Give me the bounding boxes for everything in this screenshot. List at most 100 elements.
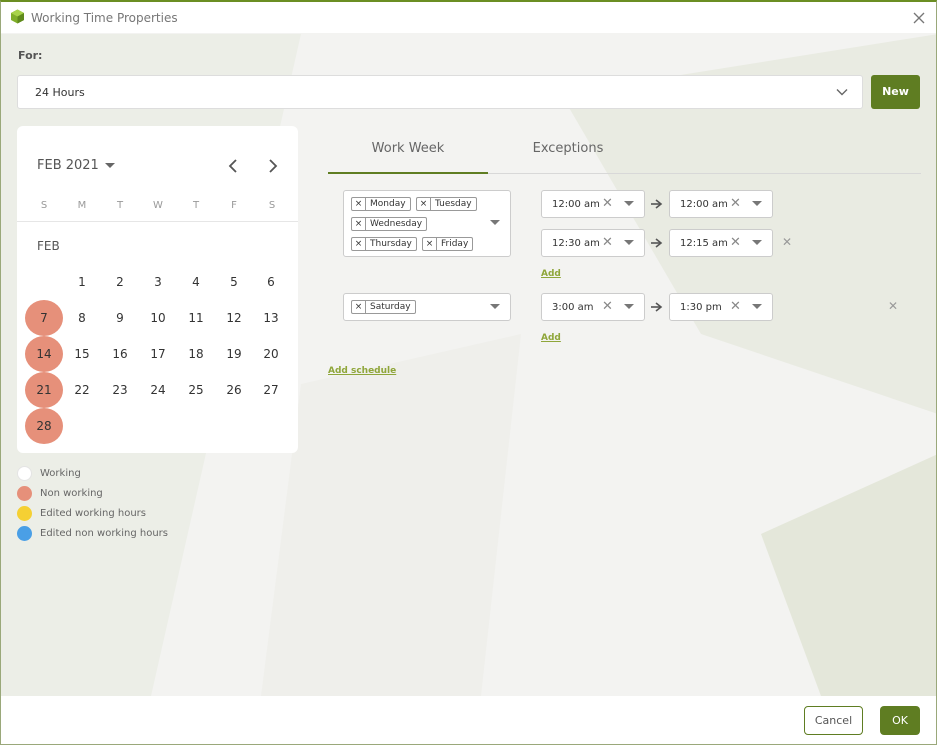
close-icon[interactable] bbox=[908, 7, 930, 29]
calendar-day[interactable]: 3 bbox=[139, 264, 177, 300]
tab-work-week[interactable]: Work Week bbox=[328, 132, 488, 174]
day-chip: × Tuesday bbox=[416, 197, 477, 211]
arrow-right-icon bbox=[651, 199, 663, 209]
remove-chip-icon[interactable]: × bbox=[352, 301, 366, 313]
clear-icon[interactable]: ✕ bbox=[602, 299, 613, 314]
calendar-day-non-working[interactable]: 21 bbox=[25, 372, 63, 408]
calendar-day[interactable]: 16 bbox=[101, 336, 139, 372]
remove-chip-icon[interactable]: × bbox=[352, 238, 366, 250]
clear-icon[interactable]: ✕ bbox=[730, 235, 741, 250]
calendar-day[interactable]: 26 bbox=[215, 372, 253, 408]
calendar-day[interactable]: 4 bbox=[177, 264, 215, 300]
clear-icon[interactable]: ✕ bbox=[602, 196, 613, 211]
clear-icon[interactable]: ✕ bbox=[602, 235, 613, 250]
add-range-link[interactable]: Add bbox=[541, 269, 561, 279]
calendar-day[interactable]: 24 bbox=[139, 372, 177, 408]
calendar-select[interactable]: 24 Hours bbox=[17, 75, 863, 109]
calendar-day-non-working[interactable]: 28 bbox=[25, 408, 63, 444]
calendar-day[interactable]: 25 bbox=[177, 372, 215, 408]
day-chip: × Friday bbox=[422, 237, 474, 251]
app-cube-icon bbox=[11, 9, 24, 24]
ok-button[interactable]: OK bbox=[880, 706, 920, 735]
chevron-down-icon bbox=[836, 89, 848, 96]
remove-chip-icon[interactable]: × bbox=[417, 198, 431, 210]
add-schedule-link[interactable]: Add schedule bbox=[328, 366, 396, 376]
clear-icon[interactable]: ✕ bbox=[730, 299, 741, 314]
month-year-label: FEB 2021 bbox=[37, 158, 99, 173]
time-value: 12:30 am bbox=[552, 238, 600, 249]
remove-chip-icon[interactable]: × bbox=[352, 218, 366, 230]
calendar-day[interactable]: 12 bbox=[215, 300, 253, 336]
time-to-select[interactable]: 12:00 am ✕ bbox=[669, 190, 773, 218]
calendar-day[interactable]: 19 bbox=[215, 336, 253, 372]
remove-chip-icon[interactable]: × bbox=[352, 198, 366, 210]
time-to-select[interactable]: 12:15 am ✕ bbox=[669, 229, 773, 257]
arrow-right-icon bbox=[651, 302, 663, 312]
day-chip: × Thursday bbox=[351, 237, 417, 251]
month-calendar: FEB 2021 S M T W T F S FEB 1 2 3 4 5 6 7 8 9 10 11… bbox=[17, 126, 298, 453]
calendar-day[interactable]: 10 bbox=[139, 300, 177, 336]
calendar-day[interactable]: 6 bbox=[252, 264, 290, 300]
legend-label: Non working bbox=[40, 488, 103, 499]
time-from-select[interactable]: 12:00 am ✕ bbox=[541, 190, 645, 218]
time-to-select[interactable]: 1:30 pm ✕ bbox=[669, 293, 773, 321]
weekday-header: S bbox=[40, 200, 48, 211]
calendar-day[interactable]: 22 bbox=[63, 372, 101, 408]
month-label: FEB bbox=[37, 239, 60, 253]
calendar-day[interactable]: 9 bbox=[101, 300, 139, 336]
calendar-day[interactable]: 8 bbox=[63, 300, 101, 336]
calendar-day[interactable]: 27 bbox=[252, 372, 290, 408]
calendar-day[interactable]: 13 bbox=[252, 300, 290, 336]
caret-down-icon bbox=[752, 304, 762, 309]
for-label: For: bbox=[18, 49, 43, 62]
remove-schedule-icon[interactable]: ✕ bbox=[888, 299, 898, 313]
time-from-select[interactable]: 3:00 am ✕ bbox=[541, 293, 645, 321]
dialog-footer bbox=[1, 696, 936, 744]
legend-label: Edited non working hours bbox=[40, 528, 168, 539]
chevron-left-icon[interactable] bbox=[225, 158, 241, 174]
time-value: 12:00 am bbox=[680, 199, 728, 210]
day-chip-label: Friday bbox=[441, 239, 469, 249]
day-chip-label: Wednesday bbox=[370, 219, 423, 229]
calendar-day[interactable]: 2 bbox=[101, 264, 139, 300]
caret-down-icon bbox=[104, 163, 115, 168]
caret-down-icon bbox=[624, 240, 634, 245]
calendar-day[interactable]: 23 bbox=[101, 372, 139, 408]
calendar-day[interactable]: 5 bbox=[215, 264, 253, 300]
caret-down-icon bbox=[752, 201, 762, 206]
month-year-selector[interactable]: FEB 2021 bbox=[37, 158, 115, 173]
legend-swatch bbox=[17, 486, 32, 501]
chevron-right-icon[interactable] bbox=[265, 158, 281, 174]
day-chip-label: Monday bbox=[370, 199, 406, 209]
days-multiselect[interactable]: × Saturday bbox=[343, 293, 511, 321]
calendar-day[interactable]: 20 bbox=[252, 336, 290, 372]
tab-exceptions[interactable]: Exceptions bbox=[488, 132, 648, 174]
cancel-button[interactable]: Cancel bbox=[804, 706, 863, 735]
remove-range-icon[interactable]: ✕ bbox=[782, 235, 792, 249]
day-chip: × Saturday bbox=[351, 300, 416, 314]
weekday-header: S bbox=[268, 200, 276, 211]
add-range-link[interactable]: Add bbox=[541, 333, 561, 343]
calendar-day[interactable]: 15 bbox=[63, 336, 101, 372]
day-chip-label: Thursday bbox=[370, 239, 412, 249]
caret-down-icon bbox=[624, 304, 634, 309]
new-button[interactable]: New bbox=[871, 75, 920, 109]
calendar-day[interactable]: 18 bbox=[177, 336, 215, 372]
time-value: 3:00 am bbox=[552, 302, 594, 313]
calendar-day-non-working[interactable]: 7 bbox=[25, 300, 63, 336]
legend-swatch bbox=[17, 466, 32, 481]
title-bar: Working Time Properties bbox=[1, 2, 936, 33]
calendar-day[interactable]: 17 bbox=[139, 336, 177, 372]
time-value: 12:15 am bbox=[680, 238, 728, 249]
calendar-day[interactable]: 11 bbox=[177, 300, 215, 336]
calendar-day[interactable]: 1 bbox=[63, 264, 101, 300]
legend-swatch bbox=[17, 526, 32, 541]
remove-chip-icon[interactable]: × bbox=[423, 238, 437, 250]
calendar-day-non-working[interactable]: 14 bbox=[25, 336, 63, 372]
arrow-right-icon bbox=[651, 238, 663, 248]
calendar-select-value: 24 Hours bbox=[35, 86, 85, 99]
weekday-header: M bbox=[77, 200, 87, 211]
time-from-select[interactable]: 12:30 am ✕ bbox=[541, 229, 645, 257]
days-multiselect[interactable]: × Monday × Tuesday × Wednesday × Thursday × F… bbox=[343, 190, 511, 257]
clear-icon[interactable]: ✕ bbox=[730, 196, 741, 211]
